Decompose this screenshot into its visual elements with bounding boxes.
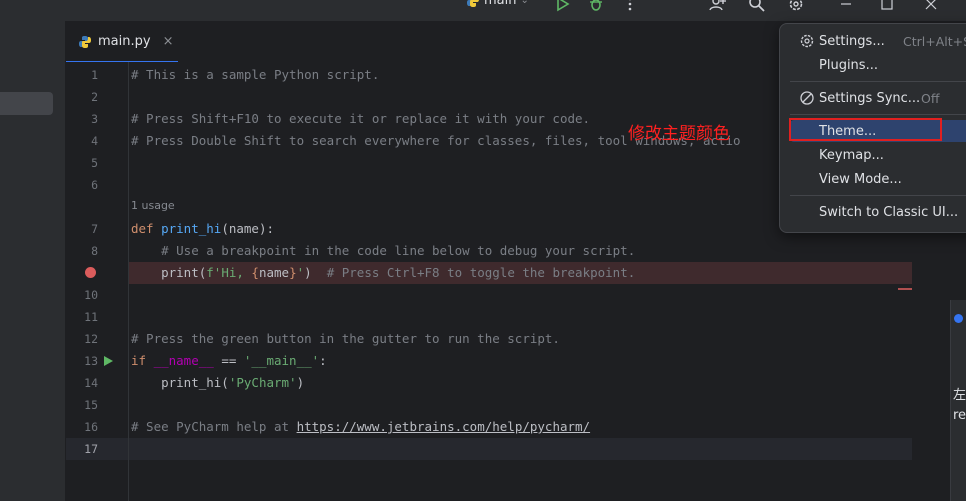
line-number: 4: [91, 134, 98, 148]
current-line-highlight: [129, 438, 912, 460]
sync-off-icon: [799, 90, 815, 106]
line-number: 15: [84, 398, 98, 412]
menu-item-settings-sync[interactable]: Settings Sync... Off: [790, 87, 966, 109]
tab-close-icon[interactable]: ×: [163, 34, 174, 49]
line-number: 13: [84, 354, 98, 368]
menu-separator: [790, 81, 966, 82]
line-number: 2: [91, 90, 98, 104]
help-link[interactable]: https://www.jetbrains.com/help/pycharm/: [297, 419, 591, 434]
line-number: 1: [91, 68, 98, 82]
menu-separator: [790, 114, 966, 115]
title-bar: main ⌄: [0, 0, 966, 21]
error-stripe-mark[interactable]: [898, 288, 912, 290]
line-number: 11: [84, 310, 98, 324]
line-number: 3: [91, 112, 98, 126]
maximize-icon[interactable]: [876, 0, 898, 15]
debug-icon[interactable]: [585, 0, 607, 15]
code-line: print(f'Hi, {name}') # Press Ctrl+F8 to …: [131, 265, 636, 280]
gear-icon: [799, 33, 815, 49]
minimize-icon[interactable]: [835, 0, 857, 15]
usage-inlay-hint[interactable]: 1 usage: [131, 199, 175, 212]
code-line: # Press the green button in the gutter t…: [131, 331, 560, 346]
menu-item-switch-classic-ui[interactable]: Switch to Classic UI...: [790, 201, 966, 223]
side-panel-text: 左: [953, 388, 966, 403]
branch-selector[interactable]: main ⌄: [466, 0, 529, 8]
info-icon: [954, 314, 963, 323]
line-number: 16: [84, 420, 98, 434]
more-options-icon[interactable]: [619, 0, 641, 15]
side-panel: 左 re: [950, 300, 966, 501]
line-number: 14: [84, 376, 98, 390]
code-line: # Use a breakpoint in the code line belo…: [131, 243, 636, 258]
gear-icon[interactable]: [785, 0, 807, 15]
code-line: print_hi('PyCharm'): [131, 375, 305, 390]
line-number: 6: [91, 178, 98, 192]
run-gutter-icon[interactable]: [104, 356, 113, 366]
menu-item-view-mode[interactable]: View Mode...: [790, 168, 966, 190]
search-icon[interactable]: [746, 0, 768, 15]
line-number: 8: [91, 244, 98, 258]
annotation-text: 修改主题颜色: [628, 124, 730, 144]
branch-label: main: [484, 0, 517, 8]
code-line: # See PyCharm help at https://www.jetbra…: [131, 419, 591, 434]
tab-main-py[interactable]: main.py ×: [66, 21, 178, 63]
close-icon[interactable]: [920, 0, 942, 15]
tab-label: main.py: [98, 34, 151, 49]
line-number: 5: [91, 156, 98, 170]
menu-item-settings[interactable]: Settings... Ctrl+Alt+S: [790, 30, 966, 52]
run-icon[interactable]: [551, 0, 573, 15]
code-line: if __name__ == '__main__':: [131, 353, 327, 368]
side-panel-text: re: [953, 408, 966, 423]
project-panel: [0, 21, 66, 501]
python-file-icon: [79, 35, 91, 48]
line-number: 17: [84, 442, 98, 456]
breakpoint-icon[interactable]: [85, 267, 96, 278]
line-number: 12: [84, 332, 98, 346]
menu-item-keymap[interactable]: Keymap...: [790, 144, 966, 166]
python-icon: [467, 0, 479, 7]
annotation-highlight-box: [789, 118, 942, 141]
editor-gutter: 1 2 3 4 5 6 7 8 10 11 12 13 14 15 16 17: [66, 62, 129, 501]
menu-item-plugins[interactable]: Plugins...: [790, 54, 966, 76]
add-user-icon[interactable]: [706, 0, 728, 15]
chevron-down-icon: ⌄: [520, 0, 529, 6]
line-number: 10: [84, 288, 98, 302]
line-number: 7: [91, 222, 98, 236]
menu-separator: [790, 195, 966, 196]
project-tree-selected-row[interactable]: [0, 92, 53, 115]
